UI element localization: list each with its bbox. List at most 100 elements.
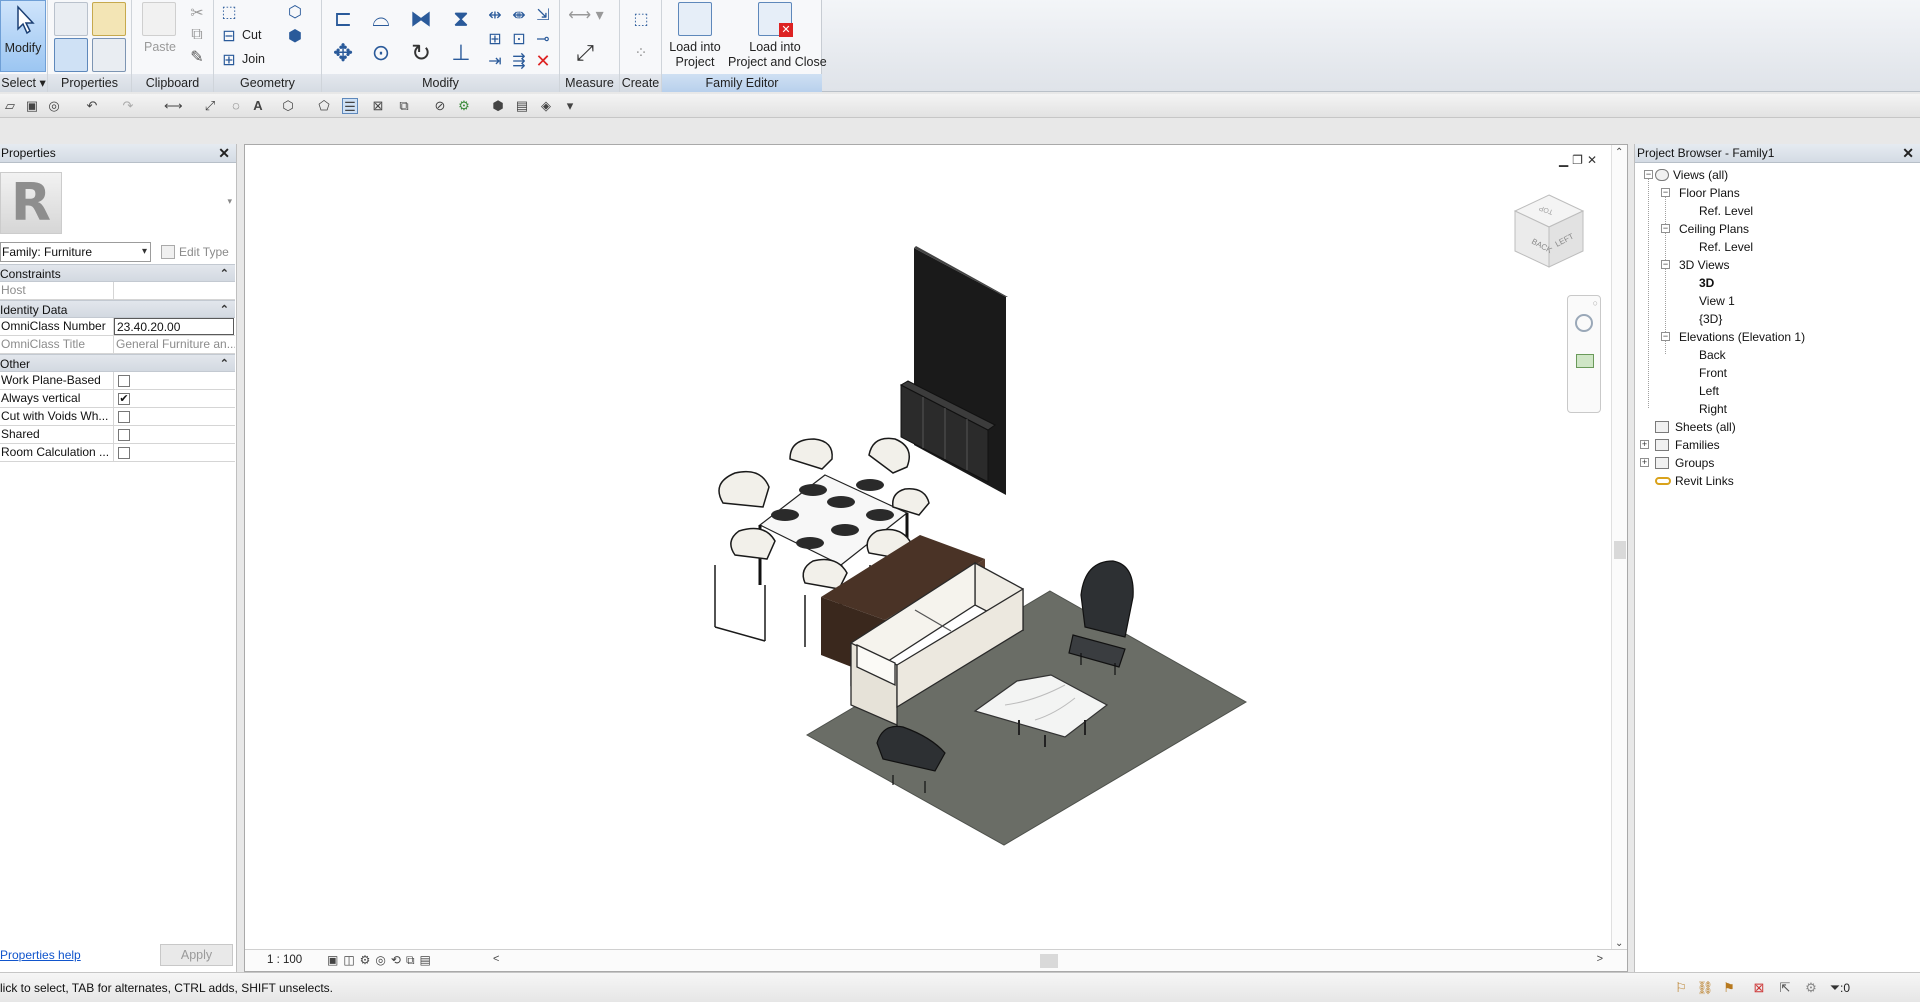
viewcube[interactable]: BACK LEFT TOP [1509,191,1589,271]
create-similar-icon[interactable]: ⁘ [624,36,658,70]
furniture-model[interactable] [245,145,1625,945]
tree-node-ceiling-ref-level[interactable]: Ref. Level [1699,239,1753,255]
tag-qat-icon[interactable]: ◌ [228,98,244,114]
unpin-icon[interactable]: ⇲ [532,4,554,26]
thin-lines-icon[interactable]: ☰ [342,98,358,114]
rotate-icon[interactable]: ↻ [404,36,438,70]
3d-view-qat-icon[interactable]: ⬡ [280,98,296,114]
expand-groups-icon[interactable]: + [1640,458,1649,467]
group-constraints[interactable]: Constraints ⌃ [0,264,235,282]
cut-geometry-icon[interactable]: ⊟ [218,25,240,47]
horizontal-scroll-thumb[interactable] [1040,954,1058,968]
offset-icon[interactable]: ⌓ [364,2,398,36]
tree-node-revit-links[interactable]: Revit Links [1675,473,1734,489]
always-vertical-checkbox[interactable]: ✔ [118,393,130,405]
paste-icon[interactable] [142,2,176,36]
render-qat-icon[interactable]: ◈ [538,98,554,114]
omniclass-number-field[interactable]: 23.40.20.00 [114,318,234,335]
collapse-floor-plans-icon[interactable]: − [1661,188,1670,197]
model-icon[interactable]: ⬢ [490,98,506,114]
tree-node-families[interactable]: Families [1675,437,1720,453]
scroll-up-icon[interactable]: ⌃ [1615,147,1623,158]
collapse-3d-views-icon[interactable]: − [1661,260,1670,269]
wall-joins-icon[interactable]: ⬢ [284,25,306,47]
3d-view-canvas[interactable]: ▁❐✕ BACK LEFT TOP ○ ⌃ ⌄ 1: 100 ▣◫⚙◎⟲⧉▤ … [244,144,1628,972]
view-control-icons[interactable]: ▣◫⚙◎⟲⧉▤ [327,953,436,968]
align-icon[interactable]: ⊏ [326,2,360,36]
create-group-icon[interactable]: ⬚ [624,2,658,36]
type-properties-icon[interactable] [92,38,126,72]
visibility-icon[interactable]: ⊘ [432,98,448,114]
tree-node-3d-views[interactable]: 3D Views [1679,257,1729,273]
tree-node-3d-default[interactable]: {3D} [1699,311,1722,327]
cut-label[interactable]: Cut [242,28,261,42]
edit-type-button[interactable]: Edit Type [157,242,233,262]
cope-icon[interactable]: ⬚ [218,1,240,23]
property-row-always-vertical[interactable]: Always vertical ✔ [0,390,235,408]
copy-icon[interactable]: ⧉ [186,24,208,46]
box-icon[interactable]: ⬡ [284,1,306,23]
scroll-down-icon[interactable]: ⌄ [1615,938,1623,949]
tree-node-elevations[interactable]: Elevations (Elevation 1) [1679,329,1805,345]
select-links-icon[interactable]: ⛓ [1696,979,1714,997]
scroll-right-icon[interactable]: > [1597,953,1603,965]
trim-multiple-icon[interactable]: ⇶ [508,50,530,72]
collapse-ceiling-plans-icon[interactable]: − [1661,224,1670,233]
type-selector-dropdown-icon[interactable]: ▾ [227,196,232,207]
measure-icon[interactable]: ⟷ ▾ [566,4,606,26]
worksets-icon[interactable]: ⚐ [1672,979,1690,997]
scale-icon[interactable]: ⊡ [508,28,530,50]
join-label[interactable]: Join [242,52,265,66]
family-select[interactable]: Family: Furniture ▾ [0,242,151,262]
select-dropdown[interactable]: Select ▾ [0,74,47,92]
properties-icon[interactable] [54,38,88,72]
mirror-axis-icon[interactable]: ⧓ [404,2,438,36]
property-row-work-plane-based[interactable]: Work Plane-Based [0,372,235,390]
load-into-project-button[interactable]: Load into Project [662,0,728,74]
scroll-left-icon[interactable]: < [493,953,499,965]
property-row-host[interactable]: Host [0,282,235,300]
split-gap-icon[interactable]: ⇼ [508,4,530,26]
properties-help-link[interactable]: Properties help [0,948,81,962]
tree-node-groups[interactable]: Groups [1675,455,1714,471]
customize-qat-icon[interactable]: ▾ [562,98,578,114]
cut-with-voids-checkbox[interactable] [118,411,130,423]
text-qat-icon[interactable]: A [250,98,266,114]
property-row-cut-with-voids[interactable]: Cut with Voids Wh... [0,408,235,426]
match-properties-icon[interactable]: ✎ [186,46,208,68]
apply-button[interactable]: Apply [160,944,233,966]
drag-on-selection-icon[interactable]: ⚙ [1802,979,1820,997]
view-scale[interactable]: 1 : 100 [267,954,302,966]
settings-qat-icon[interactable]: ⚙ [456,98,472,114]
collapse-views-icon[interactable]: − [1644,170,1653,179]
sync-icon[interactable]: ◎ [46,98,62,114]
move-icon[interactable]: ✥ [326,36,360,70]
family-types-icon[interactable] [54,2,88,36]
measure-qat-icon[interactable]: ⟷ [164,98,183,114]
close-icon[interactable]: ✕ [218,144,230,163]
delete-icon[interactable]: ✕ [532,50,554,72]
tree-node-sheets[interactable]: Sheets (all) [1675,419,1736,435]
save-icon[interactable]: ▣ [24,98,40,114]
tree-node-right[interactable]: Right [1699,401,1727,417]
trim-icon[interactable]: ⊥ [444,36,478,70]
nav-close-icon[interactable]: ○ [1593,298,1598,308]
mirror-draw-icon[interactable]: ⧗ [444,2,478,36]
work-plane-based-checkbox[interactable] [118,375,130,387]
type-selector-image[interactable]: R [0,172,62,234]
property-row-shared[interactable]: Shared [0,426,235,444]
group-other[interactable]: Other ⌃ [0,354,235,372]
tree-node-floor-plans[interactable]: Floor Plans [1679,185,1740,201]
tree-node-view-1[interactable]: View 1 [1699,293,1735,309]
shared-checkbox[interactable] [118,429,130,441]
tree-node-ceiling-plans[interactable]: Ceiling Plans [1679,221,1749,237]
tree-node-front[interactable]: Front [1699,365,1727,381]
join-icon[interactable]: ⊞ [218,49,240,71]
split-icon[interactable]: ⇹ [484,4,506,26]
tree-node-views[interactable]: Views (all) [1673,167,1728,183]
steering-wheel-icon[interactable] [1575,314,1593,332]
select-by-face-icon[interactable]: ⇱ [1776,979,1794,997]
undo-icon[interactable]: ↶ [84,98,100,114]
tree-node-floor-ref-level[interactable]: Ref. Level [1699,203,1753,219]
print-qat-icon[interactable]: ▤ [514,98,530,114]
